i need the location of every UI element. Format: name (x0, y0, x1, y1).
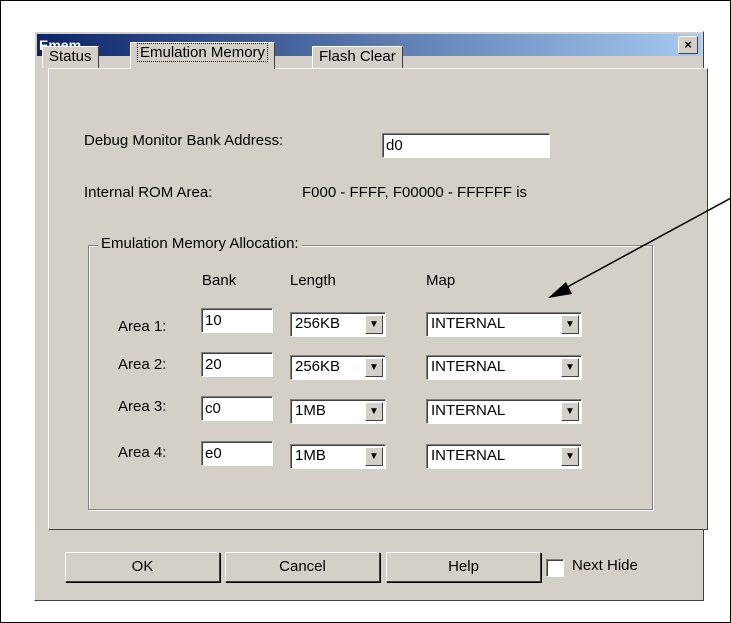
area-3-label: Area 3: (118, 398, 167, 415)
area-4-bank-input[interactable]: e0 (201, 441, 273, 466)
chevron-down-icon[interactable]: ▼ (365, 402, 383, 421)
area-3-length-select[interactable]: 1MB ▼ (290, 399, 386, 424)
debug-monitor-value: d0 (386, 137, 403, 154)
chevron-down-icon[interactable]: ▼ (365, 447, 383, 466)
debug-monitor-bank-address-input[interactable]: d0 (382, 133, 550, 158)
internal-rom-value: F000 - FFFF, F00000 - FFFFFF is (302, 184, 528, 201)
tab-flash-clear[interactable]: Flash Clear (312, 46, 403, 68)
chevron-down-icon[interactable]: ▼ (365, 315, 383, 334)
chevron-down-icon[interactable]: ▼ (561, 402, 579, 421)
area-2-label: Area 2: (118, 356, 167, 373)
chevron-down-icon[interactable]: ▼ (561, 315, 579, 334)
header-bank: Bank (202, 272, 237, 289)
next-hide-checkbox[interactable] (546, 559, 564, 577)
close-button[interactable]: × (678, 36, 698, 54)
area-1-map-value: INTERNAL (431, 315, 506, 332)
header-length: Length (290, 272, 336, 289)
group-label: Emulation Memory Allocation: (98, 235, 302, 252)
tab-emulation-memory-label: Emulation Memory (137, 43, 269, 62)
cancel-button[interactable]: Cancel (225, 552, 380, 582)
help-button[interactable]: Help (386, 552, 541, 582)
area-3-map-select[interactable]: INTERNAL ▼ (426, 399, 582, 424)
chevron-down-icon[interactable]: ▼ (561, 447, 579, 466)
area-1-label: Area 1: (118, 318, 167, 335)
tab-status-label: Status (49, 48, 92, 65)
tab-status[interactable]: Status (42, 46, 99, 68)
area-2-bank-input[interactable]: 20 (201, 352, 273, 377)
area-4-length-value: 1MB (295, 447, 326, 464)
internal-rom-label: Internal ROM Area: (84, 184, 213, 201)
area-4-length-select[interactable]: 1MB ▼ (290, 444, 386, 469)
area-2-length-value: 256KB (295, 358, 341, 375)
area-2-bank-value: 20 (205, 356, 222, 373)
tab-flash-clear-label: Flash Clear (319, 48, 396, 65)
close-icon: × (684, 37, 692, 52)
ok-button[interactable]: OK (65, 552, 220, 582)
chevron-down-icon[interactable]: ▼ (561, 358, 579, 377)
area-1-bank-input[interactable]: 10 (201, 308, 273, 333)
area-4-map-select[interactable]: INTERNAL ▼ (426, 444, 582, 469)
area-1-bank-value: 10 (205, 312, 222, 329)
area-1-length-value: 256KB (295, 315, 341, 332)
area-3-length-value: 1MB (295, 402, 326, 419)
area-3-bank-input[interactable]: c0 (201, 396, 273, 421)
area-4-map-value: INTERNAL (431, 447, 506, 464)
chevron-down-icon[interactable]: ▼ (365, 358, 383, 377)
area-4-label: Area 4: (118, 444, 167, 461)
next-hide-label: Next Hide (572, 557, 638, 574)
header-map: Map (426, 272, 456, 289)
area-1-length-select[interactable]: 256KB ▼ (290, 312, 386, 337)
tab-emulation-memory[interactable]: Emulation Memory (130, 42, 276, 69)
debug-monitor-label: Debug Monitor Bank Address: (84, 132, 284, 149)
area-4-bank-value: e0 (205, 445, 222, 462)
area-3-map-value: INTERNAL (431, 402, 506, 419)
area-3-bank-value: c0 (205, 400, 221, 417)
area-1-map-select[interactable]: INTERNAL ▼ (426, 312, 582, 337)
area-2-map-select[interactable]: INTERNAL ▼ (426, 355, 582, 380)
area-2-map-value: INTERNAL (431, 358, 506, 375)
area-2-length-select[interactable]: 256KB ▼ (290, 355, 386, 380)
